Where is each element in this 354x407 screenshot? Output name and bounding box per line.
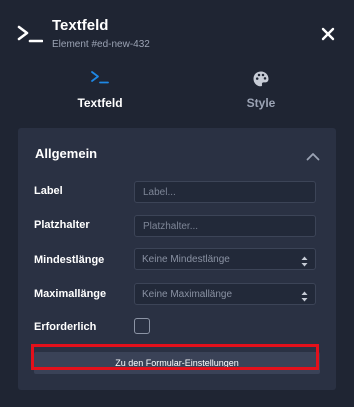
tab-bar: Textfeld Style: [0, 64, 354, 118]
panel-title: Textfeld: [52, 17, 109, 34]
select-value: Keine Mindestlänge: [142, 254, 230, 265]
max-length-label: Maximallänge: [34, 288, 107, 300]
tab-label: Textfeld: [77, 96, 123, 110]
tab-textfeld[interactable]: Textfeld: [40, 64, 160, 118]
select-value: Keine Maximallänge: [142, 289, 233, 300]
required-checkbox[interactable]: [134, 318, 150, 334]
min-length-label: Mindestlänge: [34, 254, 105, 266]
min-length-select[interactable]: Keine Mindestlänge: [134, 248, 316, 270]
palette-icon: [252, 70, 270, 93]
form-settings-button[interactable]: Zu den Formular-Einstellungen: [34, 352, 320, 374]
max-length-select[interactable]: Keine Maximallänge: [134, 283, 316, 305]
section-title: Allgemein: [35, 146, 98, 161]
sort-arrows-icon: [301, 254, 308, 272]
sort-arrows-icon: [301, 289, 308, 307]
element-id-label: Element #ed-new-432: [52, 39, 150, 50]
tab-style[interactable]: Style: [201, 64, 321, 118]
section-allgemein: Allgemein Label Platzhalter Mindestlänge…: [18, 128, 336, 390]
label-field-label: Label: [34, 185, 63, 197]
close-icon[interactable]: [320, 26, 336, 42]
required-label: Erforderlich: [34, 321, 97, 333]
tab-label: Style: [246, 96, 276, 110]
placeholder-input[interactable]: [134, 215, 316, 237]
label-input[interactable]: [134, 181, 316, 203]
terminal-icon: [17, 24, 44, 49]
placeholder-field-label: Platzhalter: [34, 219, 90, 231]
panel-header: Textfeld Element #ed-new-432: [0, 0, 354, 60]
terminal-icon: [90, 70, 110, 89]
chevron-up-icon[interactable]: [306, 148, 320, 166]
